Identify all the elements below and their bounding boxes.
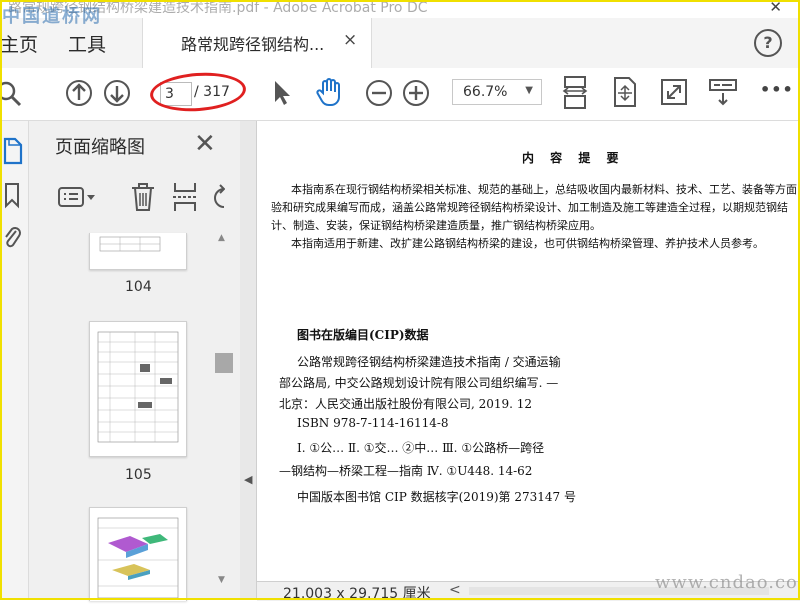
watermark-url: www.cndao.com bbox=[655, 572, 800, 593]
page-thumbnail-105[interactable] bbox=[89, 321, 187, 457]
page-thumbnail-106[interactable] bbox=[89, 507, 187, 601]
rotate-icon[interactable] bbox=[211, 183, 225, 211]
thumbnails-panel-title: 页面缩略图 bbox=[55, 137, 145, 158]
page-thumbnails-icon[interactable] bbox=[2, 135, 24, 167]
scroll-down-icon[interactable]: ▼ bbox=[218, 575, 225, 585]
fit-page-icon[interactable] bbox=[612, 76, 638, 108]
thumbnail-options-icon[interactable] bbox=[57, 183, 101, 213]
document-view[interactable]: 内 容 提 要 本指南系在现行钢结构桥梁相关标准、规范的基础上，总结吸收国内最新… bbox=[257, 121, 800, 581]
chevron-down-icon: ▼ bbox=[525, 85, 533, 96]
cip-line: —钢结构—桥梁工程—指南 Ⅳ. ①U448. 14-62 bbox=[279, 464, 533, 478]
summary-line: 验和研究成果编写而成，涵盖公路常规跨径钢结构桥梁设计、加工制造及施工等建造全过程… bbox=[271, 201, 788, 214]
select-cursor-icon[interactable] bbox=[270, 78, 294, 108]
read-mode-icon[interactable] bbox=[708, 78, 738, 108]
zoom-value: 66.7% bbox=[463, 84, 508, 100]
menu-home[interactable]: 主页 bbox=[0, 30, 38, 57]
delete-icon[interactable] bbox=[129, 181, 157, 213]
thumbnail-page-number: 105 bbox=[125, 467, 152, 483]
cip-line: 部公路局, 中交公路规划设计院有限公司组织编写. — bbox=[279, 376, 559, 390]
help-icon[interactable]: ? bbox=[754, 29, 782, 57]
cip-line: ISBN 978-7-114-16114-8 bbox=[297, 416, 449, 430]
more-tools-icon[interactable]: ••• bbox=[760, 80, 794, 99]
attachment-icon[interactable] bbox=[2, 225, 24, 253]
summary-line: 本指南系在现行钢结构桥梁相关标准、规范的基础上，总结吸收国内最新材料、技术、工艺… bbox=[291, 183, 797, 196]
zoom-in-icon[interactable] bbox=[401, 78, 431, 108]
cip-line: 公路常规跨径钢结构桥梁建造技术指南 / 交通运输 bbox=[297, 355, 561, 369]
summary-line: 计、制造、安装，保证钢结构桥梁建造质量，推广钢结构桥梁应用。 bbox=[271, 219, 601, 232]
zoom-out-icon[interactable] bbox=[364, 78, 394, 108]
document-tab-close-icon[interactable]: × bbox=[343, 30, 357, 50]
scroll-left-icon[interactable]: < bbox=[449, 582, 461, 598]
menubar: 主页 工具 bbox=[0, 18, 800, 69]
extract-pages-icon[interactable] bbox=[171, 181, 199, 213]
page-thumbnail-104[interactable] bbox=[89, 233, 187, 270]
close-icon[interactable]: ✕ bbox=[194, 129, 216, 159]
search-icon[interactable] bbox=[0, 80, 26, 108]
watermark-logo-top: 中国道桥网 bbox=[2, 6, 102, 27]
navigation-rail bbox=[0, 121, 29, 600]
fit-width-icon[interactable] bbox=[560, 74, 590, 112]
previous-page-icon[interactable] bbox=[64, 78, 94, 108]
cip-line: Ⅰ. ①公… Ⅱ. ①交… ②中… Ⅲ. ①公路桥—跨径 bbox=[297, 441, 545, 455]
cip-line: 中国版本图书馆 CIP 数据核字(2019)第 273147 号 bbox=[297, 490, 576, 504]
bookmark-icon[interactable] bbox=[2, 181, 24, 209]
window-titlebar: 路常规跨径钢结构桥梁建造技术指南.pdf - Adobe Acrobat Pro… bbox=[0, 0, 800, 18]
cip-title: 图书在版编目(CIP)数据 bbox=[297, 328, 429, 342]
collapse-panel-icon[interactable]: ◀ bbox=[244, 473, 252, 486]
panel-splitter[interactable]: ◀ bbox=[240, 121, 257, 600]
page-heading: 内 容 提 要 bbox=[522, 151, 625, 165]
document-tab-label: 路常规跨径钢结构... bbox=[181, 35, 325, 54]
next-page-icon[interactable] bbox=[102, 78, 132, 108]
page-thumbnails-panel: 页面缩略图 ✕ 104 105 ▲ ▼ bbox=[29, 121, 241, 601]
full-screen-icon[interactable] bbox=[660, 78, 688, 106]
cip-line: 北京：人民交通出版社股份有限公司, 2019. 12 bbox=[279, 397, 533, 411]
scroll-up-icon[interactable]: ▲ bbox=[218, 233, 225, 243]
window-close-icon[interactable]: ✕ bbox=[769, 0, 782, 16]
document-tab[interactable]: 路常规跨径钢结构... × bbox=[142, 18, 372, 68]
thumbnail-page-number: 104 bbox=[125, 279, 152, 295]
zoom-select[interactable]: 66.7% ▼ bbox=[452, 79, 542, 105]
thumbnails-scrollbar[interactable]: ▲ ▼ bbox=[213, 231, 233, 591]
page-dimensions: 21.003 x 29.715 厘米 bbox=[283, 586, 431, 602]
scrollbar-thumb[interactable] bbox=[215, 353, 233, 373]
menu-tools[interactable]: 工具 bbox=[68, 30, 106, 57]
summary-line: 本指南适用于新建、改扩建公路钢结构桥梁的建设，也可供钢结构桥梁管理、养护技术人员… bbox=[291, 237, 764, 250]
hand-tool-icon[interactable] bbox=[315, 76, 347, 108]
